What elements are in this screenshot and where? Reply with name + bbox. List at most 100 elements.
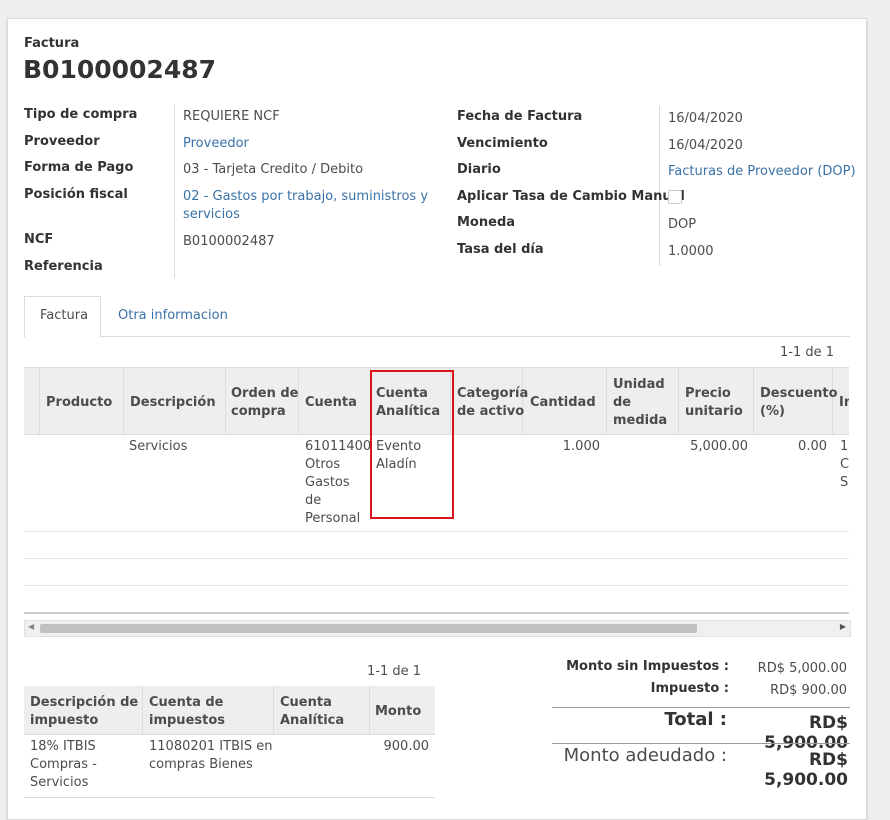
col-divider	[369, 686, 370, 734]
tab-factura-label: Factura	[40, 308, 89, 323]
field-value-ncf[interactable]: B0100002487	[183, 234, 275, 249]
field-value-invoice-date[interactable]: 16/04/2020	[668, 111, 743, 126]
field-label-fiscal-position: Posición fiscal	[24, 187, 128, 202]
col-divider	[123, 368, 124, 434]
field-label-payment-form: Forma de Pago	[24, 160, 134, 175]
fiscal-position-link-line2[interactable]: servicios	[183, 207, 240, 222]
cell-account-l4[interactable]: de	[305, 492, 321, 510]
field-label-reference: Referencia	[24, 259, 103, 274]
journal-link[interactable]: Facturas de Proveedor (DOP)	[668, 164, 856, 179]
tax-cell-account-l2[interactable]: compras Bienes	[149, 756, 253, 774]
cell-description[interactable]: Servicios	[129, 438, 187, 456]
field-label-manual-rate: Aplicar Tasa de Cambio Manual	[457, 189, 685, 204]
document-type-label: Factura	[24, 36, 80, 51]
tax-col-header-account-l1[interactable]: Cuenta de	[149, 694, 224, 712]
tax-pager[interactable]: 1-1 de 1	[367, 664, 421, 679]
col-divider	[225, 368, 226, 434]
col-header-discount-l2[interactable]: (%)	[760, 403, 785, 421]
col-divider	[753, 368, 754, 434]
col-header-product[interactable]: Producto	[46, 394, 112, 412]
col-header-price-l1[interactable]: Precio	[685, 385, 731, 403]
scrollbar-thumb[interactable]	[40, 624, 697, 633]
manual-rate-checkbox[interactable]	[668, 190, 682, 204]
table-row[interactable]: 18% ITBIS Compras - Servicios 11080201 I…	[24, 735, 435, 798]
row-divider	[24, 585, 849, 586]
amount-due-label: Monto adeudado :	[563, 745, 727, 766]
col-header-description[interactable]: Descripción	[130, 394, 216, 412]
total-label: Total :	[664, 709, 727, 730]
tax-col-header-desc-l2[interactable]: impuesto	[30, 712, 98, 730]
field-value-daily-rate[interactable]: 1.0000	[668, 244, 714, 259]
tax-cell-desc-l2[interactable]: Compras -	[30, 756, 97, 774]
field-value-currency[interactable]: DOP	[668, 217, 696, 232]
field-label-vendor: Proveedor	[24, 134, 100, 149]
cell-account-l2[interactable]: Otros	[305, 456, 340, 474]
field-value-purchase-type[interactable]: REQUIERE NCF	[183, 109, 280, 124]
col-header-asset-l1[interactable]: Categoría	[457, 385, 528, 403]
right-group-divider	[659, 106, 660, 266]
col-header-asset-l2[interactable]: de activo	[457, 403, 524, 421]
cell-discount[interactable]: 0.00	[753, 438, 827, 456]
cell-account-l1[interactable]: 61011400	[305, 438, 371, 456]
field-value-due-date[interactable]: 16/04/2020	[668, 138, 743, 153]
tax-cell-desc-l1[interactable]: 18% ITBIS	[30, 738, 96, 756]
tax-cell-account-l1[interactable]: 11080201 ITBIS en	[149, 738, 272, 756]
col-header-discount-l1[interactable]: Descuento	[760, 385, 838, 403]
field-label-due-date: Vencimiento	[457, 136, 548, 151]
cell-quantity[interactable]: 1.000	[522, 438, 600, 456]
col-header-account[interactable]: Cuenta	[305, 394, 357, 412]
field-label-currency: Moneda	[457, 215, 516, 230]
cell-account-l3[interactable]: Gastos	[305, 474, 350, 492]
col-header-order-l1[interactable]: Orden de	[231, 385, 299, 403]
col-header-taxes[interactable]: In	[839, 394, 849, 412]
col-divider	[273, 686, 274, 734]
cell-price[interactable]: 5,000.00	[678, 438, 748, 456]
tax-col-header-desc-l1[interactable]: Descripción de	[30, 694, 138, 712]
totals-divider	[552, 707, 850, 708]
tax-cell-desc-l3[interactable]: Servicios	[30, 774, 88, 792]
tax-col-header-amount[interactable]: Monto	[375, 703, 421, 721]
tax-col-header-analytic-l2[interactable]: Analítica	[280, 712, 344, 730]
amount-due-value: RD$ 5,900.00	[764, 750, 848, 790]
left-group-divider	[174, 104, 175, 278]
document-number-title: B0100002487	[23, 55, 217, 84]
row-divider	[24, 531, 849, 532]
col-header-uom-l3[interactable]: medida	[613, 412, 667, 430]
col-divider	[678, 368, 679, 434]
fiscal-position-link-line1[interactable]: 02 - Gastos por trabajo, suministros y	[183, 189, 428, 204]
field-value-payment-form[interactable]: 03 - Tarjeta Credito / Debito	[183, 162, 363, 177]
tax-amount-value: RD$ 900.00	[770, 683, 847, 698]
col-header-order-l2[interactable]: compra	[231, 403, 286, 421]
totals-divider	[552, 743, 850, 744]
cell-taxes-l1[interactable]: 18	[840, 438, 849, 456]
total-value: RD$ 5,900.00	[764, 713, 848, 753]
tax-amount-label: Impuesto :	[650, 681, 729, 696]
lines-pager[interactable]: 1-1 de 1	[780, 345, 834, 360]
tax-table-header: Descripción de impuesto Cuenta de impues…	[24, 686, 435, 735]
tab-factura[interactable]: Factura	[24, 296, 101, 338]
field-label-invoice-date: Fecha de Factura	[457, 109, 583, 124]
tab-otra-informacion[interactable]: Otra informacion	[118, 308, 228, 323]
row-divider	[24, 558, 849, 559]
tax-cell-amount[interactable]: 900.00	[369, 738, 430, 756]
field-label-daily-rate: Tasa del día	[457, 242, 544, 257]
horizontal-scrollbar[interactable]: ◀ ▶	[24, 620, 851, 637]
field-label-ncf: NCF	[24, 232, 54, 247]
cell-taxes-l2[interactable]: C	[840, 456, 849, 474]
col-header-uom-l2[interactable]: de	[613, 394, 631, 412]
tax-col-header-account-l2[interactable]: impuestos	[149, 712, 225, 730]
tabs-baseline	[24, 336, 850, 337]
col-header-quantity[interactable]: Cantidad	[530, 394, 596, 412]
scroll-left-arrow-icon[interactable]: ◀	[28, 622, 34, 631]
vendor-link[interactable]: Proveedor	[183, 136, 249, 151]
cell-taxes-l3[interactable]: S	[840, 474, 848, 492]
tax-col-header-analytic-l1[interactable]: Cuenta	[280, 694, 332, 712]
untaxed-amount-value: RD$ 5,000.00	[757, 661, 847, 676]
col-divider	[606, 368, 607, 434]
cell-account-l5[interactable]: Personal	[305, 510, 360, 528]
col-divider	[39, 368, 40, 434]
field-label-journal: Diario	[457, 162, 501, 177]
scroll-right-arrow-icon[interactable]: ▶	[840, 622, 846, 631]
col-header-uom-l1[interactable]: Unidad	[613, 376, 665, 394]
col-header-price-l2[interactable]: unitario	[685, 403, 743, 421]
